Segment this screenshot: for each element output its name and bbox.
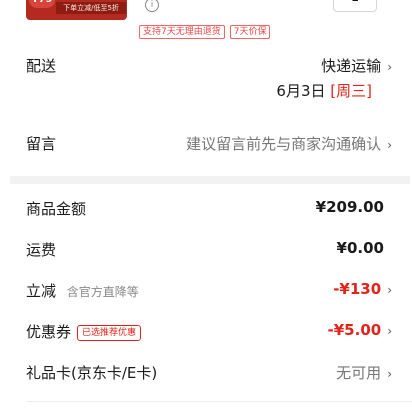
delivery-label: 配送 — [26, 57, 57, 75]
discount-label-group: 立减 含官方直降等 — [26, 280, 139, 301]
info-icon[interactable]: i — [145, 0, 159, 12]
chevron-right-icon: › — [387, 283, 392, 297]
discount-row[interactable]: 立减 含官方直降等 -¥130 › — [26, 280, 392, 300]
message-placeholder: 建议留言前先与商家沟通确认 — [186, 135, 382, 153]
chevron-right-icon: › — [387, 138, 392, 152]
coupon-label: 优惠券 — [26, 323, 72, 341]
giftcard-value: 无可用 — [336, 364, 382, 382]
section-divider — [10, 176, 410, 184]
coupon-amount: -¥5.00 › — [328, 321, 392, 339]
return-policy-tag: 支持7天无理由退货 — [139, 25, 225, 39]
message-label: 留言 — [26, 135, 57, 153]
discount-hint: 含官方直降等 — [66, 285, 139, 299]
coupon-label-group: 优惠券 已选推荐优惠 — [26, 321, 142, 342]
delivery-date-row: 6月3日 [周三] — [26, 80, 392, 100]
message-row[interactable]: 留言 建议留言前先与商家沟通确认 › — [26, 133, 392, 153]
coupon-row[interactable]: 优惠券 已选推荐优惠 -¥5.00 › — [26, 321, 392, 341]
shipping-row: 运费 ¥0.00 — [26, 239, 392, 259]
chevron-right-icon: › — [387, 60, 392, 74]
delivery-method-text: 快递运输 — [321, 57, 382, 75]
goods-amount-row: 商品金额 ¥209.00 — [26, 198, 392, 218]
promo-text: 下单立减/低至5折 — [56, 2, 126, 14]
service-tags: 支持7天无理由退货 7天价保 — [139, 25, 271, 39]
giftcard-label: 礼品卡(京东卡/E卡) — [26, 364, 158, 382]
promo-price: ¥79 — [29, 0, 55, 8]
quantity-value[interactable]: 1 — [333, 0, 377, 12]
goods-amount: ¥209.00 — [315, 198, 384, 216]
discount-label: 立减 — [26, 282, 57, 300]
delivery-method: 快递运输 › — [321, 55, 392, 76]
message-input[interactable]: 建议留言前先与商家沟通确认 › — [186, 133, 392, 154]
shipping-amount: ¥0.00 — [336, 239, 384, 257]
price-protection-tag: 7天价保 — [229, 25, 271, 39]
goods-amount-label: 商品金额 — [26, 200, 87, 218]
bottom-divider — [26, 401, 412, 402]
product-header: ¥79 下单立减/低至5折 i 1 支持7天无理由退货 7天价保 — [0, 0, 412, 44]
discount-amount: -¥130 › — [333, 280, 392, 298]
chevron-right-icon: › — [387, 324, 392, 338]
coupon-badge: 已选推荐优惠 — [77, 324, 142, 341]
shipping-label: 运费 — [26, 241, 57, 259]
promo-banner: ¥79 下单立减/低至5折 — [26, 0, 127, 20]
delivery-date-text: 6月3日 — [276, 82, 326, 100]
delivery-date: 6月3日 [周三] — [276, 80, 372, 101]
delivery-weekday: [周三] — [330, 82, 372, 100]
giftcard-status: 无可用 › — [336, 362, 392, 383]
delivery-row[interactable]: 配送 快递运输 › — [26, 55, 392, 75]
giftcard-row[interactable]: 礼品卡(京东卡/E卡) 无可用 › — [26, 362, 392, 382]
chevron-right-icon: › — [387, 367, 392, 381]
discount-value: -¥130 — [333, 280, 382, 298]
coupon-value: -¥5.00 — [327, 321, 382, 339]
